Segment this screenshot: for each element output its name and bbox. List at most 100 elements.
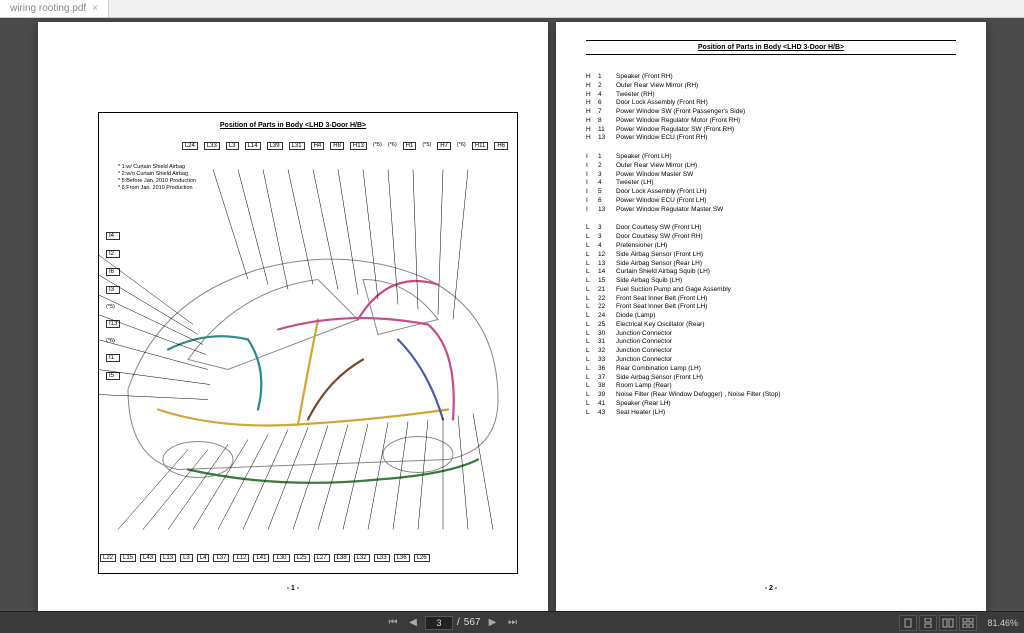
part-number: 14 <box>598 268 616 277</box>
part-number: 13 <box>598 134 616 143</box>
part-description: Front Seat Inner Belt (Front LH) <box>616 303 707 312</box>
callout-label: H11 <box>472 142 489 150</box>
view-facing-icon[interactable] <box>939 615 957 631</box>
part-description: Door Courtesy SW (Front LH) <box>616 224 702 233</box>
callout-label: L27 <box>314 554 330 562</box>
callout-label: L36 <box>394 554 410 562</box>
part-description: Power Window ECU (Front LH) <box>616 197 706 206</box>
part-description: Side Airbag Sensor (Front LH) <box>616 251 703 260</box>
pdf-page-1: Position of Parts in Body <LHD 3-Door H/… <box>38 22 548 611</box>
part-number: 21 <box>598 286 616 295</box>
part-description: Door Lock Assembly (Front RH) <box>616 99 708 108</box>
part-row: I4Tweeter (LH) <box>586 179 956 188</box>
callout-label: H7 <box>437 142 451 150</box>
callout-label: H6 <box>494 142 508 150</box>
part-prefix: I <box>586 197 598 206</box>
pdf-viewport[interactable]: Position of Parts in Body <LHD 3-Door H/… <box>0 18 1024 611</box>
part-description: Outer Rear View Mirror (RH) <box>616 82 698 91</box>
wiring-diagram <box>98 157 518 542</box>
tab-label: wiring rooting.pdf <box>10 3 86 14</box>
part-row: H6Door Lock Assembly (Front RH) <box>586 99 956 108</box>
callout-label: L30 <box>273 554 289 562</box>
part-prefix: H <box>586 108 598 117</box>
part-prefix: L <box>586 391 598 400</box>
part-row: L41Speaker (Rear LH) <box>586 400 956 409</box>
part-prefix: H <box>586 73 598 82</box>
part-number: 31 <box>598 338 616 347</box>
part-number: 6 <box>598 197 616 206</box>
prev-page-button[interactable]: ◀ <box>405 615 421 631</box>
part-description: Power Window Regulator Motor (Front RH) <box>616 117 740 126</box>
part-number: 15 <box>598 277 616 286</box>
view-continuous-icon[interactable] <box>919 615 937 631</box>
part-prefix: L <box>586 382 598 391</box>
view-controls: 81.46% <box>899 615 1018 631</box>
part-prefix: I <box>586 179 598 188</box>
page-total: 567 <box>464 617 481 628</box>
page-number-input[interactable] <box>425 616 453 630</box>
part-description: Power Window SW (Front Passenger's Side) <box>616 108 745 117</box>
part-description: Diode (Lamp) <box>616 312 655 321</box>
part-row: L25Electrical Key Oscillator (Rear) <box>586 321 956 330</box>
part-row: H2Outer Rear View Mirror (RH) <box>586 82 956 91</box>
part-row: L12Side Airbag Sensor (Front LH) <box>586 251 956 260</box>
part-row: L43Seat Heater (LH) <box>586 409 956 418</box>
callout-label: L41 <box>253 554 269 562</box>
part-description: Seat Heater (LH) <box>616 409 665 418</box>
part-prefix: L <box>586 321 598 330</box>
view-facing-continuous-icon[interactable] <box>959 615 977 631</box>
part-number: 32 <box>598 347 616 356</box>
pdf-page-2: Position of Parts in Body <LHD 3-Door H/… <box>556 22 986 611</box>
part-prefix: L <box>586 224 598 233</box>
part-prefix: L <box>586 277 598 286</box>
part-description: Side Airbag Squib (LH) <box>616 277 682 286</box>
part-prefix: H <box>586 91 598 100</box>
document-tab[interactable]: wiring rooting.pdf × <box>0 0 109 17</box>
callout-label: L12 <box>233 554 249 562</box>
callout-label: (*6) <box>457 142 466 150</box>
part-description: Door Courtesy SW (Front RH) <box>616 233 703 242</box>
first-page-button[interactable]: ⏮ <box>385 615 401 631</box>
callout-label: L14 <box>245 142 261 150</box>
close-icon[interactable]: × <box>92 3 98 14</box>
part-number: 2 <box>598 162 616 171</box>
view-single-icon[interactable] <box>899 615 917 631</box>
part-number: 5 <box>598 188 616 197</box>
part-row: L24Diode (Lamp) <box>586 312 956 321</box>
parts-group: I1Speaker (Front LH)I2Outer Rear View Mi… <box>586 153 956 214</box>
part-prefix: L <box>586 330 598 339</box>
part-number: 4 <box>598 242 616 251</box>
part-description: Speaker (Front LH) <box>616 153 672 162</box>
next-page-button[interactable]: ▶ <box>484 615 500 631</box>
part-description: Noise Filter (Rear Window Defogger) , No… <box>616 391 780 400</box>
part-row: L22Front Seat Inner Belt (Front LH) <box>586 295 956 304</box>
part-prefix: L <box>586 365 598 374</box>
part-description: Junction Connector <box>616 338 672 347</box>
part-description: Front Seat Inner Belt (Front LH) <box>616 295 707 304</box>
part-number: 11 <box>598 126 616 135</box>
part-prefix: L <box>586 347 598 356</box>
part-row: H4Tweeter (RH) <box>586 91 956 100</box>
part-row: H7Power Window SW (Front Passenger's Sid… <box>586 108 956 117</box>
part-number: 25 <box>598 321 616 330</box>
part-number: 12 <box>598 251 616 260</box>
part-number: 4 <box>598 91 616 100</box>
zoom-level[interactable]: 81.46% <box>987 618 1018 628</box>
callout-label: L39 <box>267 142 283 150</box>
part-description: Speaker (Rear LH) <box>616 400 671 409</box>
part-prefix: L <box>586 295 598 304</box>
part-row: I3Power Window Master SW <box>586 171 956 180</box>
callout-label: L3 <box>180 554 193 562</box>
part-number: 43 <box>598 409 616 418</box>
part-number: 13 <box>598 206 616 215</box>
part-prefix: H <box>586 99 598 108</box>
part-row: L33Junction Connector <box>586 356 956 365</box>
part-row: I1Speaker (Front LH) <box>586 153 956 162</box>
part-description: Junction Connector <box>616 330 672 339</box>
part-description: Tweeter (RH) <box>616 91 655 100</box>
part-number: 22 <box>598 295 616 304</box>
callout-label: (*6) <box>388 142 397 150</box>
part-prefix: I <box>586 162 598 171</box>
last-page-button[interactable]: ⏭ <box>504 615 520 631</box>
callouts-top: L24L33L3L14L39L31H4H8H13(*5)(*6)H1(*5)H7… <box>182 142 508 150</box>
